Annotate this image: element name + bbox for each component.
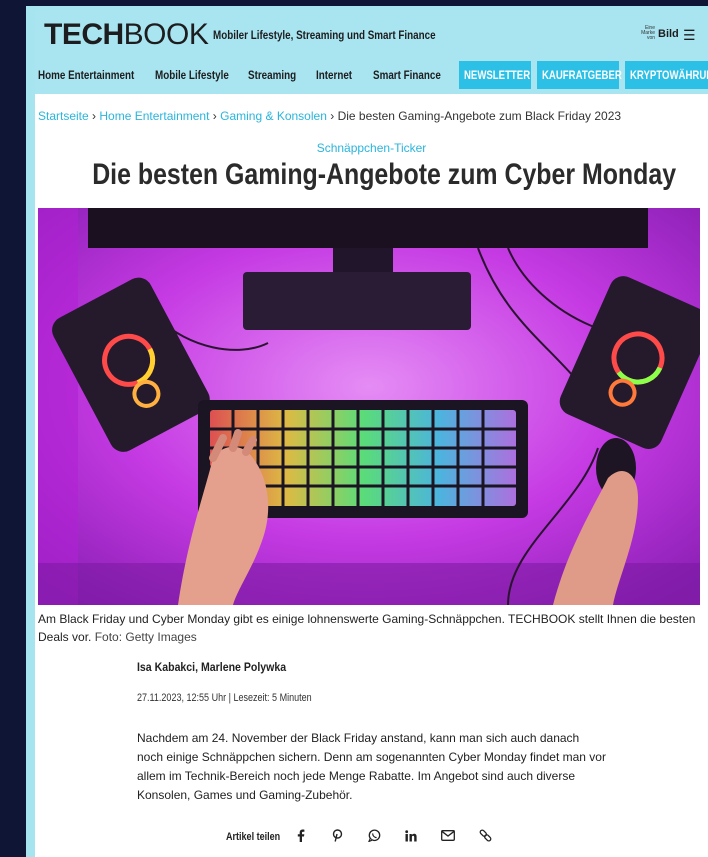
bild-brand-badge[interactable]: Eine Marke von Bild — [641, 26, 679, 41]
main-navigation: Home Entertainment Mobile Lifestyle Stre… — [35, 59, 708, 89]
article-meta: 27.11.2023, 12:55 Uhr | Lesezeit: 5 Minu… — [137, 692, 312, 704]
breadcrumb-separator: › — [212, 109, 217, 123]
hamburger-menu-icon[interactable]: ☰ — [683, 27, 696, 44]
site-tagline: Mobiler Lifestyle, Streaming und Smart F… — [213, 28, 436, 42]
site-header: TECHBOOK Mobiler Lifestyle, Streaming un… — [35, 10, 708, 94]
image-caption: Am Black Friday und Cyber Monday gibt es… — [38, 610, 706, 646]
facebook-icon[interactable] — [290, 829, 310, 845]
article-kicker: Schnäppchen-Ticker — [316, 141, 427, 155]
article-lead: Nachdem am 24. November der Black Friday… — [137, 731, 606, 802]
share-label: Artikel teilen — [226, 831, 281, 843]
gaming-desk-illustration — [38, 208, 700, 605]
share-bar: Artikel teilen — [226, 828, 512, 846]
pinterest-icon[interactable] — [327, 829, 347, 845]
breadcrumb-separator: › — [330, 109, 335, 123]
techbook-logo[interactable]: TECHBOOK — [44, 18, 209, 52]
article-headline: Die besten Gaming-Angebote zum Cyber Mon… — [92, 158, 677, 191]
breadcrumb-separator: › — [92, 109, 97, 123]
kryptowaehrung-button[interactable]: KRYPTOWÄHRUNG — [625, 61, 708, 89]
linkedin-icon[interactable] — [401, 829, 421, 845]
nav-item-internet[interactable]: Internet — [316, 68, 352, 82]
nav-item-mobile-lifestyle[interactable]: Mobile Lifestyle — [155, 68, 229, 82]
photo-credit: Foto: Getty Images — [94, 630, 197, 644]
email-icon[interactable] — [438, 830, 458, 844]
article-page: TECHBOOK Mobiler Lifestyle, Streaming un… — [35, 10, 708, 857]
newsletter-button[interactable]: NEWSLETTER — [459, 61, 531, 89]
breadcrumb-startseite[interactable]: Startseite — [38, 109, 89, 123]
breadcrumb: Startseite › Home Entertainment › Gaming… — [38, 109, 621, 123]
kaufratgeber-button[interactable]: KAUFRATGEBER — [537, 61, 622, 89]
page-frame: TECHBOOK Mobiler Lifestyle, Streaming un… — [26, 6, 708, 857]
nav-item-smart-finance[interactable]: Smart Finance — [373, 68, 441, 82]
breadcrumb-home-entertainment[interactable]: Home Entertainment — [99, 109, 209, 123]
brand-prefix: Eine Marke von — [641, 25, 655, 41]
nav-item-streaming[interactable]: Streaming — [248, 68, 296, 82]
whatsapp-icon[interactable] — [364, 829, 384, 845]
article-authors[interactable]: Isa Kabakci, Marlene Polywka — [137, 660, 286, 674]
hero-image — [38, 208, 700, 605]
brand-name: Bild — [658, 27, 679, 40]
link-icon[interactable] — [475, 829, 495, 845]
breadcrumb-gaming-konsolen[interactable]: Gaming & Konsolen — [220, 109, 327, 123]
nav-item-home-entertainment[interactable]: Home Entertainment — [38, 68, 134, 82]
breadcrumb-current: Die besten Gaming-Angebote zum Black Fri… — [337, 109, 622, 123]
